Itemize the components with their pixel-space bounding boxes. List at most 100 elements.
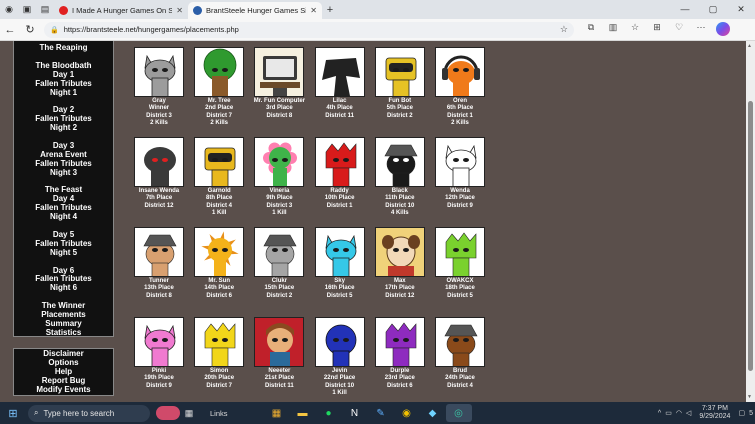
notes-app-icon[interactable]: ◆ [420,404,446,422]
back-icon[interactable]: ← [0,24,20,36]
tribute-name: Insane Wenda [138,188,180,194]
task-view-icon[interactable]: ▦ [180,404,198,423]
sidebar-link-night-2[interactable]: Night 2 [14,123,113,133]
tribute-district: District 8 [266,112,293,119]
tribute-info: Fun Bot 5th Place District 2 [369,98,431,120]
collections-icon[interactable]: ▣ [18,0,36,19]
tribute-portrait [435,137,485,187]
tribute-info: Vineria 9th Place District 31 Kill [248,188,310,217]
tab-close-icon[interactable]: ✕ [310,6,317,15]
sidebar-link-statistics[interactable]: Statistics [14,328,113,338]
tribute-name: Max [393,278,406,284]
wifi-icon[interactable]: ◠ [676,409,682,417]
tribute-portrait [435,47,485,97]
taskbar-search[interactable]: ⌕ Type here to search [28,404,150,422]
new-tab-button[interactable]: + [322,4,338,16]
links-toolbar-label[interactable]: Links [210,409,228,418]
tribute-portrait [194,137,245,187]
sidebar-link-night-6[interactable]: Night 6 [14,283,113,293]
tribute-kills: 4 Kills [390,209,409,216]
notion-icon[interactable]: N [342,404,368,422]
lock-icon[interactable]: 🔒 [50,26,59,34]
tribute-name: Mr. Sun [208,278,231,284]
tribute-card: Vineria 9th Place District 31 Kill [248,137,310,217]
tribute-place: 7th Place [145,195,173,202]
tribute-info: Mr. Tree 2nd Place District 72 Kills [188,98,250,127]
tribute-card: Max 17th Place District 12 [369,227,431,300]
tribute-card: Fun Bot 5th Place District 2 [369,47,431,120]
tribute-portrait [134,137,184,187]
address-bar[interactable]: 🔒 https://brantsteele.net/hungergames/pl… [44,21,574,38]
tribute-name: Raddy [330,188,349,194]
copilot-icon[interactable] [712,21,734,38]
tribute-place: 13th Place [144,285,174,292]
scroll-up-icon[interactable]: ▲ [747,43,752,49]
tribute-district: District 6 [386,382,413,389]
tribute-district: District 8 [146,292,172,299]
performance-icon[interactable]: ♡ [668,22,690,38]
sidebar-link-night-5[interactable]: Night 5 [14,248,113,258]
minimize-icon[interactable]: — [671,4,699,15]
tribute-district: District 4 [206,202,233,209]
tribute-portrait [254,227,305,277]
network-icon[interactable]: ▭ [665,409,672,417]
tribute-district: District 7 [206,112,233,119]
calculator-app-icon[interactable]: ▦ [264,404,290,422]
sidebar-link-night-3[interactable]: Night 3 [14,168,113,178]
maximize-icon[interactable]: ▢ [699,4,727,15]
close-window-icon[interactable]: ✕ [727,4,755,15]
notifications-icon[interactable]: ▢ [738,409,745,417]
browser-tab[interactable]: BrantSteele Hunger Games Simul✕ [188,2,322,19]
tribute-place: 5th Place [386,105,413,112]
tribute-district: District 11 [325,112,354,119]
file-explorer-icon[interactable]: ▬ [290,404,316,422]
favorites-icon[interactable]: ☆ [624,22,646,38]
refresh-icon[interactable]: ↻ [20,23,40,36]
favorite-star-icon[interactable]: ☆ [560,24,568,35]
tribute-info: Durple 23rd Place District 6 [369,368,431,390]
sidebar-link-the-reaping[interactable]: The Reaping [14,43,113,53]
tribute-name: Sky [334,278,345,284]
clock[interactable]: 7:37 PM 9/29/2024 [699,405,730,421]
tribute-portrait [254,317,305,367]
spotify-icon[interactable]: ● [316,404,342,422]
edge-icon[interactable]: ◎ [445,404,472,422]
tribute-card: Sky 16th Place District 5 [309,227,371,300]
sidebar-link-night-1[interactable]: Night 1 [14,88,113,98]
tribute-place: 18th Place [445,285,475,292]
weather-widget-icon[interactable] [156,406,180,420]
tribute-place: 2nd Place [205,105,234,112]
browser-tab[interactable]: I Made A Hunger Games On Spru✕ [54,2,188,19]
sidebar-link-modify-events[interactable]: Modify Events [14,385,113,395]
page-scrollbar[interactable]: ▲ ▼ [746,41,755,402]
split-screen-icon[interactable]: ▥ [602,22,624,38]
tray-chevron-icon[interactable]: ^ [658,410,661,417]
chrome-icon[interactable]: ◉ [394,404,420,422]
tribute-district: District 12 [385,292,415,299]
tab-close-icon[interactable]: ✕ [176,6,183,15]
scrollbar-thumb[interactable] [748,101,753,371]
tribute-place: 9th Place [266,195,293,202]
tribute-card: Clukr 15th Place District 2 [248,227,310,300]
tab-actions-icon[interactable]: ▤ [36,0,54,19]
start-icon[interactable]: ⊞ [0,407,26,420]
tribute-district: District 2 [266,292,293,299]
sidebar-link-night-4[interactable]: Night 4 [14,212,113,222]
tribute-card: Insane Wenda 7th Place District 12 [128,137,190,210]
tribute-portrait [374,227,425,277]
profile-icon[interactable]: ◉ [0,0,18,19]
tribute-portrait [374,47,425,97]
tab-favicon-icon [59,6,68,15]
tribute-card: Durple 23rd Place District 6 [369,317,431,390]
extensions-icon[interactable]: ⧉ [580,22,602,38]
scroll-down-icon[interactable]: ▼ [747,394,752,400]
more-menu-icon[interactable]: ⋯ [690,22,712,38]
browser-tabbar: ◉ ▣ ▤ I Made A Hunger Games On Spru✕Bran… [0,0,755,19]
windows-taskbar: ⊞ ⌕ Type here to search ▦ Links ▦ ▬ ● N … [0,402,755,424]
collections-toolbar-icon[interactable]: ⊞ [646,22,668,38]
tribute-portrait [134,317,184,367]
paint-app-icon[interactable]: ✎ [368,404,394,422]
volume-icon[interactable]: ◁ [686,409,691,417]
tribute-portrait [194,317,245,367]
tribute-portrait [254,137,305,187]
